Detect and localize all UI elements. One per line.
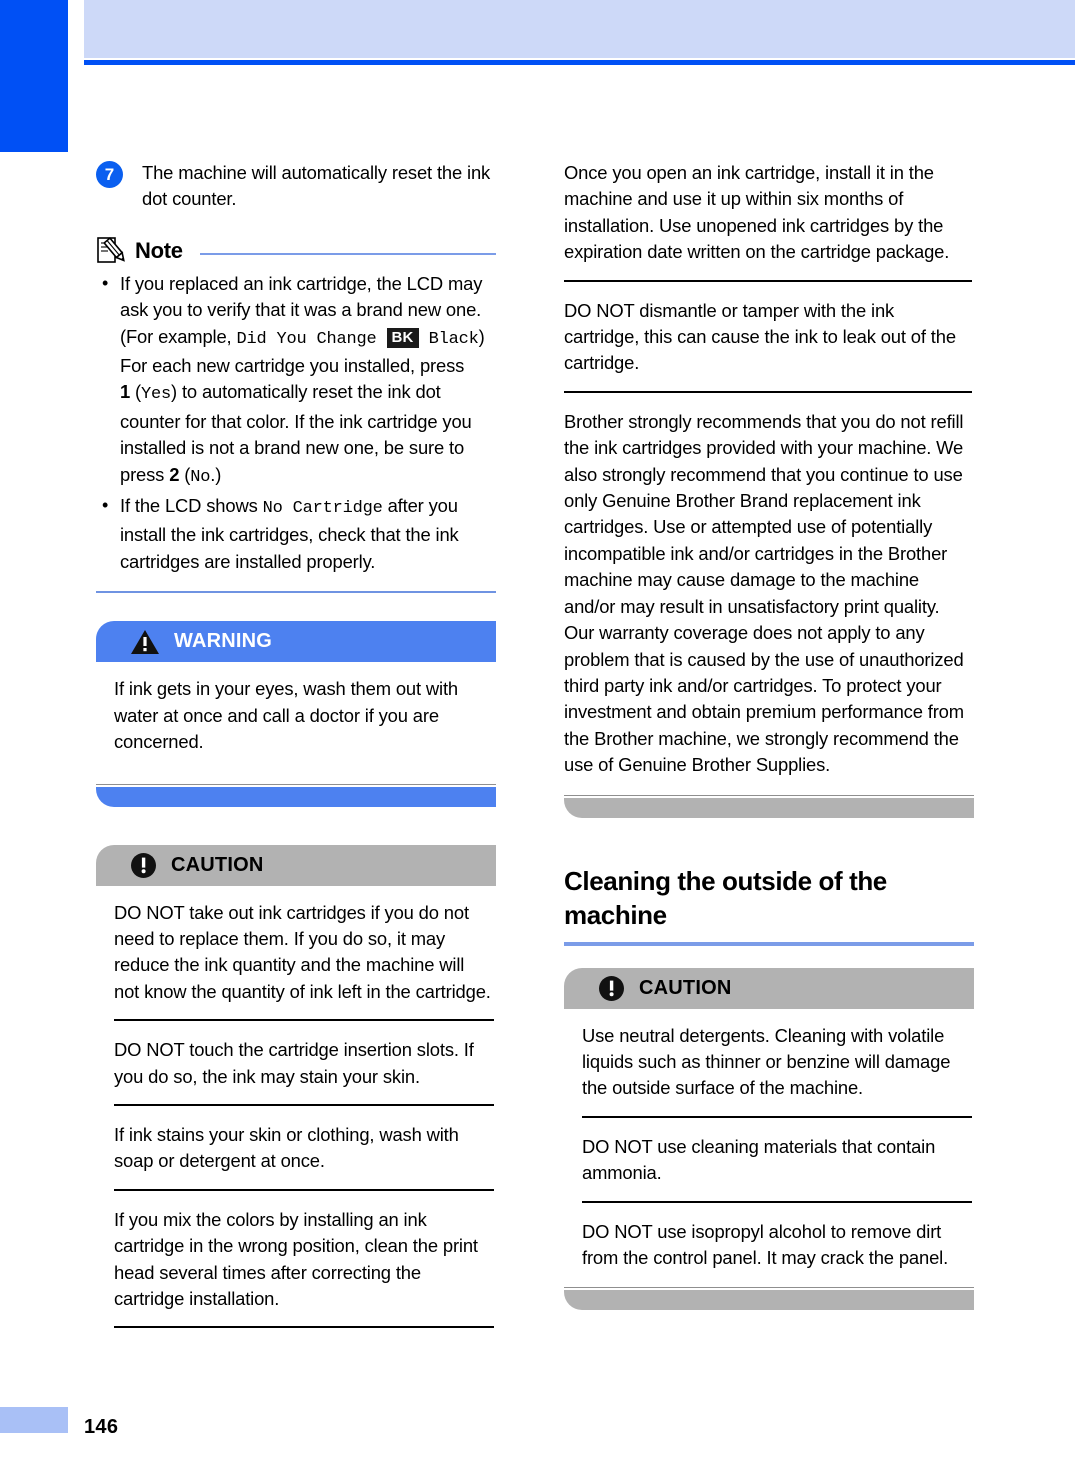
list-item: If you replaced an ink cartridge, the LC… (96, 270, 496, 491)
lcd-text: Did You Change (236, 329, 377, 349)
caution-paragraph: Once you open an ink cartridge, install … (564, 162, 950, 263)
caution-footer-line (564, 1287, 974, 1289)
caution-circle-icon (131, 852, 156, 878)
note-bottom-rule (96, 591, 496, 594)
caution-paragraph: DO NOT use cleaning materials that conta… (582, 1135, 936, 1184)
warning-footer (96, 783, 496, 807)
caution-label: CAUTION (639, 976, 732, 999)
caution-continued-body: Once you open an ink cartridge, install … (564, 160, 974, 789)
caution-paragraph: DO NOT dismantle or tamper with the ink … (564, 299, 956, 374)
caution-footer-line (564, 794, 974, 796)
caution-admonition-right: CAUTION Use neutral detergents. Cleaning… (564, 967, 974, 1311)
step-number-badge: 7 (96, 161, 123, 188)
caution-admonition-continued: Once you open an ink cartridge, install … (564, 160, 974, 818)
page-header-band (84, 0, 1075, 58)
warning-body: If ink gets in your eyes, wash them out … (96, 662, 496, 769)
caution-right-footer (564, 1287, 974, 1311)
page-header-rule (84, 60, 1075, 65)
warning-admonition: WARNING If ink gets in your eyes, wash t… (96, 621, 496, 807)
caution-admonition-left: CAUTION DO NOT take out ink cartridges i… (96, 844, 496, 1329)
caution-paragraph: If you mix the colors by installing an i… (114, 1208, 478, 1309)
caution-paragraph: DO NOT take out ink cartridges if you do… (114, 901, 491, 1002)
warning-label: WARNING (174, 630, 273, 653)
note-pencil-icon (97, 236, 125, 263)
page-edge-tab (0, 0, 68, 152)
warning-footer-bar (96, 786, 496, 807)
caution-body: DO NOT take out ink cartridges if you do… (96, 886, 496, 1329)
right-column: Once you open an ink cartridge, install … (564, 160, 974, 1314)
key-label: 1 (120, 381, 131, 403)
warning-paragraph: If ink gets in your eyes, wash them out … (114, 678, 459, 753)
note-item-text-part1: If the LCD shows (120, 495, 263, 517)
caution-paragraph: If ink stains your skin or clothing, was… (114, 1123, 459, 1172)
lcd-text: No (190, 467, 211, 487)
caution-footer-bar (564, 1290, 974, 1311)
step-text: The machine will automatically reset the… (142, 162, 491, 210)
warning-header: WARNING (96, 621, 496, 663)
lcd-text: Yes (141, 385, 172, 405)
section-heading-rule (564, 941, 974, 946)
list-item: If the LCD shows No Cartridge after you … (96, 492, 496, 575)
left-column: 7 The machine will automatically reset t… (96, 160, 496, 1332)
warning-triangle-icon (131, 629, 159, 654)
caution-header: CAUTION (564, 967, 974, 1009)
caution-label: CAUTION (171, 853, 264, 876)
caution-separator (114, 1326, 494, 1329)
caution-paragraph: Use neutral detergents. Cleaning with vo… (582, 1024, 951, 1099)
warning-footer-line (96, 783, 496, 785)
bk-chip: BK (386, 327, 419, 348)
page-number: 146 (84, 1416, 119, 1438)
caution-circle-icon (599, 975, 624, 1001)
note-header-rule (199, 252, 496, 255)
note-list: If you replaced an ink cartridge, the LC… (96, 270, 496, 575)
key-label: 2 (169, 463, 180, 485)
lcd-text: No Cartridge (262, 499, 383, 519)
caution-footer-bar (564, 797, 974, 818)
caution-paragraph: DO NOT use isopropyl alcohol to remove d… (582, 1220, 949, 1268)
section-heading: Cleaning the outside of the machine (564, 865, 887, 930)
caution-paragraph: Brother strongly recommends that you do … (564, 410, 964, 776)
note-title: Note (135, 237, 183, 263)
lcd-text: Black (428, 329, 479, 349)
caution-body: Use neutral detergents. Cleaning with vo… (564, 1009, 974, 1282)
caution-header: CAUTION (96, 844, 496, 886)
page-footer-bar (0, 1407, 68, 1433)
step-item: 7 The machine will automatically reset t… (96, 160, 496, 213)
caution-paragraph: DO NOT touch the cartridge insertion slo… (114, 1039, 474, 1087)
note-header: Note (96, 235, 496, 267)
caution-continued-footer (564, 794, 974, 818)
